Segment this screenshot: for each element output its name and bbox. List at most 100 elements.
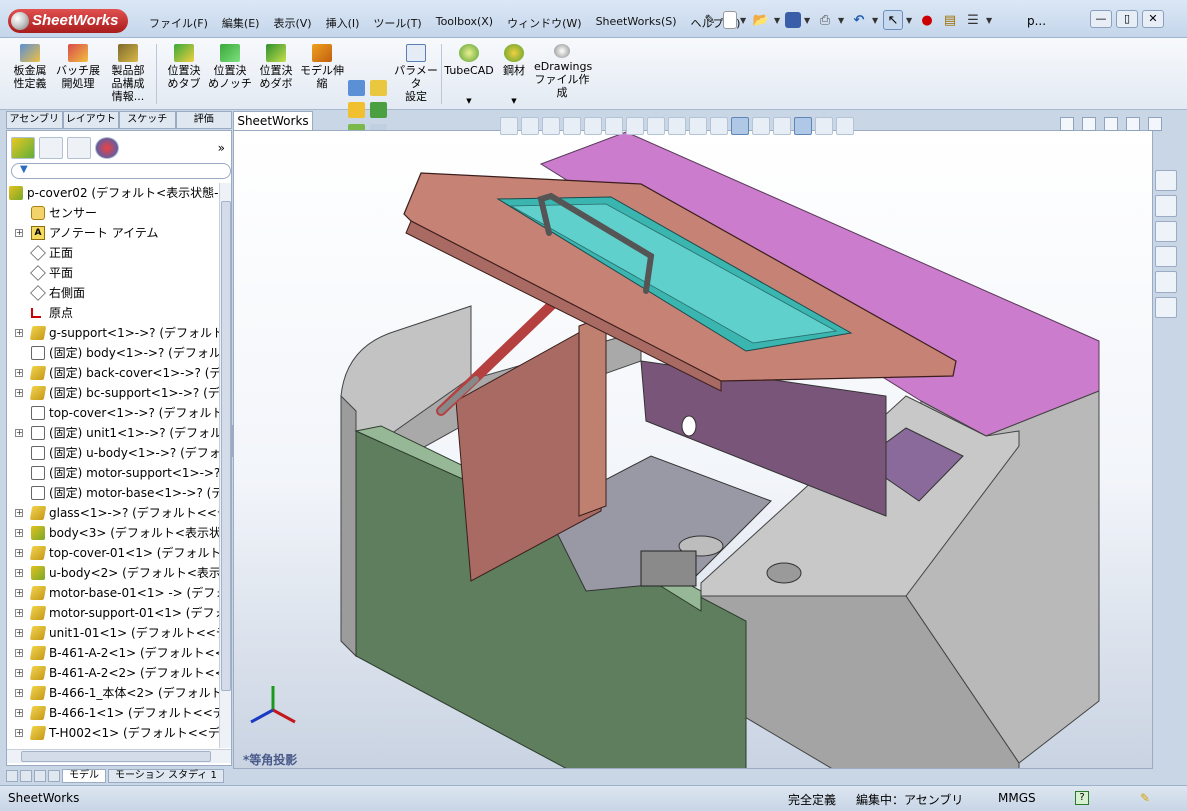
tree-item[interactable]: + (固定) unit1<1>->? (デフォルト< (7, 423, 219, 443)
help-icon[interactable]: ? (1075, 791, 1089, 805)
home-icon[interactable] (1155, 170, 1177, 192)
file-explorer-icon[interactable] (1155, 220, 1177, 242)
expand-toggle-icon[interactable]: + (15, 709, 23, 717)
sheetmetal-define-button[interactable]: 板金属 性定義 (6, 44, 54, 90)
minimize-view-button[interactable] (1104, 117, 1118, 131)
cube-view-5-icon[interactable] (689, 117, 707, 135)
tree-item[interactable]: 原点 (7, 303, 219, 323)
tree-item[interactable]: + u-body<2> (デフォルト<表示状態 (7, 563, 219, 583)
chevron-down-icon[interactable]: ▼ (872, 16, 880, 25)
tree-item[interactable]: (固定) motor-support<1>->? (7, 463, 219, 483)
tree-item[interactable]: + top-cover-01<1> (デフォルト<< (7, 543, 219, 563)
tree-item[interactable]: top-cover<1>->? (デフォルト<< (7, 403, 219, 423)
scroll-thumb[interactable] (221, 201, 231, 691)
tree-item[interactable]: センサー (7, 203, 219, 223)
display-manager-icon[interactable] (95, 137, 119, 159)
next-tab-button[interactable] (34, 770, 46, 782)
parameter-button[interactable]: パラメータ 設定 (392, 44, 440, 103)
edrawings-button[interactable]: eDrawings ファイル作 成 (534, 44, 592, 99)
zoom-to-fit-icon[interactable] (500, 117, 518, 135)
new-document-icon[interactable] (723, 11, 737, 29)
chevron-down-icon[interactable]: ▼ (906, 16, 914, 25)
expand-toggle-icon[interactable]: + (15, 609, 23, 617)
view-orientation-icon[interactable] (584, 117, 602, 135)
file-properties-icon[interactable]: ▤ (940, 10, 960, 30)
batch-unfold-button[interactable]: バッチ展 開処理 (54, 44, 102, 90)
tree-item[interactable]: + B-466-1<1> (デフォルト<<デフォル (7, 703, 219, 723)
shaded-with-edges-icon[interactable] (794, 117, 812, 135)
tree-item[interactable]: + T-H002<1> (デフォルト<<デフォル (7, 723, 219, 743)
app-logo[interactable]: SheetWorks (8, 9, 128, 33)
expand-toggle-icon[interactable]: + (15, 329, 23, 337)
expand-toggle-icon[interactable]: + (15, 429, 23, 437)
tree-item[interactable]: + B-461-A-2<2> (デフォルト<<デフ (7, 663, 219, 683)
menu-sheetworks[interactable]: SheetWorks(S) (589, 13, 684, 33)
chevron-down-icon[interactable]: ▼ (444, 95, 494, 108)
tree-item[interactable]: 平面 (7, 263, 219, 283)
tree-filter-input[interactable]: ▼ (11, 163, 231, 179)
tree-item[interactable]: + g-support<1>->? (デフォルト<< (7, 323, 219, 343)
tree-item[interactable]: 正面 (7, 243, 219, 263)
menu-tools[interactable]: ツール(T) (366, 13, 428, 33)
tree-root[interactable]: p-cover02 (デフォルト<表示状態-2> (7, 183, 219, 203)
tree-item[interactable]: (固定) body<1>->? (デフォルト< (7, 343, 219, 363)
edit-icon[interactable] (348, 80, 365, 96)
tree-item[interactable]: + B-466-1_本体<2> (デフォルト<< (7, 683, 219, 703)
menu-insert[interactable]: 挿入(I) (319, 13, 367, 33)
chevron-down-icon[interactable]: ▼ (986, 16, 994, 25)
locate-tab-button[interactable]: 位置決 めタブ (160, 44, 208, 90)
tab-evaluate[interactable]: 評価 (175, 111, 232, 129)
tree-item[interactable]: (固定) u-body<1>->? (デフォルト (7, 443, 219, 463)
tree-item[interactable]: + motor-base-01<1> -> (デフォ (7, 583, 219, 603)
close-button[interactable]: ✕ (1142, 10, 1164, 28)
tab-model[interactable]: モデル (62, 769, 106, 783)
expand-toggle-icon[interactable]: + (15, 509, 23, 517)
close-view-button[interactable] (1148, 117, 1162, 131)
cube-view-1-icon[interactable] (605, 117, 623, 135)
expand-toggle-icon[interactable]: + (15, 629, 23, 637)
tree-item[interactable]: + glass<1>->? (デフォルト<<デフォ (7, 503, 219, 523)
print-icon[interactable]: ⎙ (815, 10, 835, 30)
design-library-icon[interactable] (1155, 195, 1177, 217)
tab-layout[interactable]: レイアウト (62, 111, 119, 129)
model-scale-button[interactable]: モデル伸 縮 (298, 44, 346, 90)
menu-edit[interactable]: 編集(E) (215, 13, 267, 33)
prev-tab-button[interactable] (20, 770, 32, 782)
expand-toggle-icon[interactable]: + (15, 549, 23, 557)
tree-item[interactable]: (固定) motor-base<1>->? (デ (7, 483, 219, 503)
locate-dowel-button[interactable]: 位置決 めダボ (252, 44, 300, 90)
cube-view-3-icon[interactable] (647, 117, 665, 135)
expand-toggle-icon[interactable]: + (15, 389, 23, 397)
tree-item[interactable]: + A アノテート アイテム (7, 223, 219, 243)
dxf-icon[interactable] (370, 80, 387, 96)
rebuild-traffic-light-icon[interactable]: ● (917, 10, 937, 30)
light-icon[interactable] (348, 102, 365, 118)
expand-toggle-icon[interactable]: + (15, 649, 23, 657)
last-tab-button[interactable] (48, 770, 60, 782)
locate-notch-button[interactable]: 位置決 めノッチ (206, 44, 254, 90)
expand-panel-icon[interactable]: » (218, 141, 225, 155)
options-icon[interactable]: ☰ (963, 10, 983, 30)
tree-item[interactable]: 右側面 (7, 283, 219, 303)
chevron-down-icon[interactable]: ▼ (492, 95, 536, 108)
tools-icon[interactable] (370, 102, 387, 118)
split-view-2-icon[interactable] (1082, 117, 1096, 131)
scroll-thumb[interactable] (21, 751, 211, 762)
split-view-icon[interactable] (1060, 117, 1074, 131)
expand-toggle-icon[interactable]: + (15, 729, 23, 737)
configuration-manager-icon[interactable] (67, 137, 91, 159)
tree-item[interactable]: + body<3> (デフォルト<表示状態-1 (7, 523, 219, 543)
menu-view[interactable]: 表示(V) (266, 13, 318, 33)
chevron-down-icon[interactable]: ▼ (740, 16, 748, 25)
select-cursor-icon[interactable]: ↖ (883, 10, 903, 30)
restore-view-button[interactable] (1126, 117, 1140, 131)
tab-assembly[interactable]: アセンブリ (6, 111, 63, 129)
tab-sheetworks[interactable]: SheetWorks (233, 111, 313, 130)
isometric-view-icon[interactable] (731, 117, 749, 135)
scene-icon[interactable] (836, 117, 854, 135)
tree-item[interactable]: + B-461-A-2<1> (デフォルト<<デフ (7, 643, 219, 663)
graphics-area[interactable] (233, 130, 1153, 769)
menu-toolbox[interactable]: Toolbox(X) (429, 13, 500, 33)
status-units[interactable]: MMGS (998, 791, 1036, 805)
menu-window[interactable]: ウィンドウ(W) (500, 13, 588, 33)
